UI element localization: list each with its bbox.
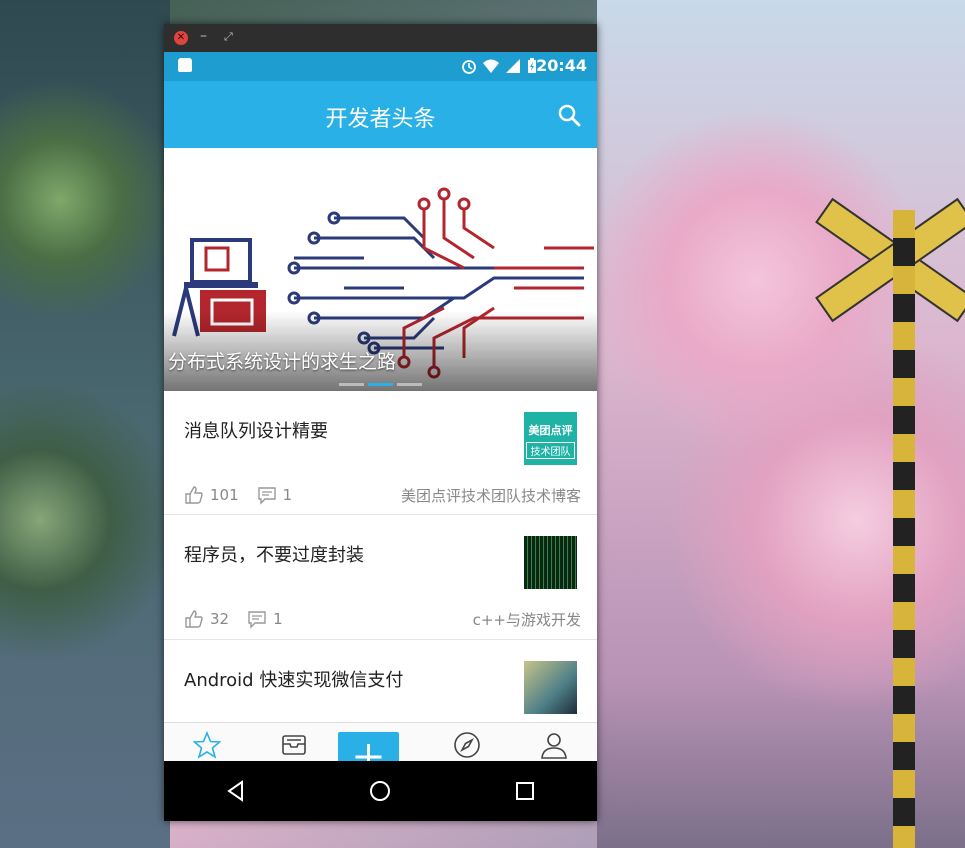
page-dot	[397, 383, 422, 386]
close-icon[interactable]: ✕	[174, 31, 188, 45]
comment-icon[interactable]	[247, 609, 267, 629]
android-nav-bar	[164, 761, 597, 821]
page-dot-active	[368, 383, 393, 386]
article-title: 程序员，不要过度封装	[184, 545, 364, 566]
signal-icon	[506, 59, 520, 73]
like-count: 101	[210, 486, 239, 504]
wallpaper-left	[0, 0, 170, 848]
article-meta: 32 1	[184, 609, 301, 629]
person-icon	[540, 733, 567, 759]
status-bar: 20:44	[164, 52, 597, 81]
article-thumbnail	[524, 661, 577, 714]
article-item[interactable]: 程序员，不要过度封装 32 1 c++与游戏开发	[164, 515, 597, 640]
like-count: 32	[210, 610, 230, 628]
status-time: 20:44	[536, 56, 587, 75]
thumbs-up-icon[interactable]	[184, 485, 204, 505]
emulator-title-bar[interactable]: ✕ – ⤢	[164, 24, 597, 52]
comment-count: 1	[282, 486, 293, 504]
thumbnail-text: 美团点评	[528, 424, 573, 437]
article-title: Android 快速实现微信支付	[184, 670, 404, 691]
android-icon	[178, 58, 192, 72]
thumbnail-text: 技术团队	[526, 442, 575, 459]
article-thumbnail	[524, 536, 577, 589]
comment-icon[interactable]	[257, 485, 277, 505]
wifi-icon	[483, 59, 499, 73]
inbox-icon	[282, 735, 306, 755]
article-thumbnail: 美团点评 技术团队	[524, 412, 577, 465]
wallpaper-crossing-post	[893, 210, 915, 848]
article-source[interactable]: 美团点评技术团队技术博客	[401, 485, 581, 506]
banner-carousel[interactable]: 分布式系统设计的求生之路	[164, 148, 597, 391]
article-item[interactable]: 消息队列设计精要 美团点评 技术团队 101 1 美团点评技术团队技术博客	[164, 391, 597, 515]
banner-caption: 分布式系统设计的求生之路	[168, 351, 397, 373]
alarm-icon	[462, 60, 476, 74]
comment-count: 1	[273, 610, 283, 628]
status-icons	[461, 58, 537, 74]
article-meta: 101 1	[184, 485, 310, 505]
app-title: 开发者头条	[325, 107, 436, 132]
search-icon[interactable]	[557, 103, 581, 127]
back-icon[interactable]	[224, 779, 248, 803]
phone-screen: 20:44 开发者头条 分布式系统设计的求生之路 消息队列设计精要 美团点评 技…	[164, 52, 597, 821]
minimize-icon[interactable]: –	[200, 28, 207, 44]
emulator-window: ✕ – ⤢ 20:44 开发者头条 分布式系统设计的求生之路 消息队列设计精要 …	[164, 24, 597, 821]
maximize-icon[interactable]: ⤢	[224, 30, 233, 44]
recents-icon[interactable]	[513, 779, 537, 803]
thumbs-up-icon[interactable]	[184, 609, 204, 629]
star-icon	[192, 730, 222, 759]
home-icon[interactable]	[368, 779, 392, 803]
article-source[interactable]: c++与游戏开发	[473, 609, 581, 630]
page-dot	[339, 383, 364, 386]
banner-page-indicator	[339, 383, 422, 386]
article-title: 消息队列设计精要	[184, 421, 328, 442]
compass-icon	[454, 732, 480, 758]
app-bar: 开发者头条	[164, 81, 597, 148]
